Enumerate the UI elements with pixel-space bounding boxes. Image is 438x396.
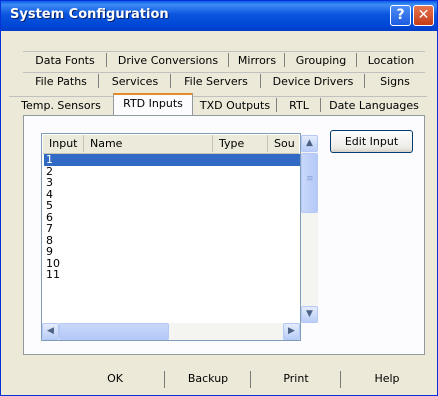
tab-temp-sensors[interactable]: Temp. Sensors bbox=[9, 96, 113, 115]
column-header-type[interactable]: Type bbox=[213, 135, 268, 152]
column-header-name[interactable]: Name bbox=[84, 135, 213, 152]
help-label: Help bbox=[374, 372, 400, 385]
ok-button[interactable]: OK bbox=[65, 367, 165, 392]
list-item[interactable]: 6 bbox=[44, 212, 300, 224]
backup-button[interactable]: Backup bbox=[165, 367, 251, 392]
scroll-up-icon[interactable]: ▲ bbox=[301, 135, 318, 152]
list-item[interactable]: 5 bbox=[44, 200, 300, 212]
close-icon[interactable]: ✕ bbox=[413, 5, 434, 26]
ok-label: OK bbox=[107, 372, 123, 385]
system-configuration-dialog: System Configuration ? ✕ Data Fonts Driv… bbox=[0, 0, 438, 396]
list-item-selected[interactable]: 1 bbox=[44, 154, 300, 166]
grip-icon: ≡ bbox=[306, 174, 314, 184]
list-item[interactable]: 3 bbox=[44, 177, 300, 189]
scroll-down-icon[interactable]: ▼ bbox=[301, 306, 318, 323]
column-header-source[interactable]: Sou bbox=[268, 135, 300, 152]
horizontal-scroll-thumb[interactable] bbox=[59, 323, 169, 340]
tab-date-languages[interactable]: Date Languages bbox=[321, 96, 427, 115]
list-item[interactable]: 8 bbox=[44, 235, 300, 247]
print-label: Print bbox=[283, 372, 309, 385]
vertical-scroll-thumb[interactable]: ≡ bbox=[301, 153, 318, 213]
list-item[interactable]: 2 bbox=[44, 166, 300, 178]
tab-rtd-inputs[interactable]: RTD Inputs bbox=[113, 93, 193, 115]
list-item[interactable]: 7 bbox=[44, 223, 300, 235]
column-header-input[interactable]: Input bbox=[43, 135, 84, 152]
list-header: Input Name Type Sou bbox=[43, 135, 299, 154]
tab-location[interactable]: Location bbox=[357, 51, 425, 70]
list-item[interactable]: 11 bbox=[44, 269, 300, 281]
help-icon[interactable]: ? bbox=[390, 5, 411, 26]
help-button[interactable]: Help bbox=[341, 367, 433, 392]
scroll-left-icon[interactable]: ◀ bbox=[42, 323, 59, 340]
tab-signs[interactable]: Signs bbox=[365, 72, 425, 91]
edit-input-button[interactable]: Edit Input bbox=[330, 130, 413, 153]
horizontal-scrollbar[interactable]: ◀ ▶ bbox=[42, 323, 300, 340]
list-item[interactable]: 4 bbox=[44, 189, 300, 201]
list-item[interactable]: 9 bbox=[44, 246, 300, 258]
window-title: System Configuration bbox=[10, 7, 169, 22]
scroll-right-icon[interactable]: ▶ bbox=[283, 323, 300, 340]
backup-label: Backup bbox=[187, 372, 229, 385]
rtd-inputs-list[interactable]: Input Name Type Sou 1 2 3 4 5 6 7 8 9 10… bbox=[41, 133, 301, 341]
print-button[interactable]: Print bbox=[251, 367, 341, 392]
vertical-scrollbar[interactable]: ▲ ≡ ▼ bbox=[301, 135, 318, 323]
title-bar[interactable]: System Configuration ? ✕ bbox=[1, 1, 437, 31]
list-item[interactable]: 10 bbox=[44, 258, 300, 270]
list-rows: 1 2 3 4 5 6 7 8 9 10 11 bbox=[44, 154, 300, 281]
